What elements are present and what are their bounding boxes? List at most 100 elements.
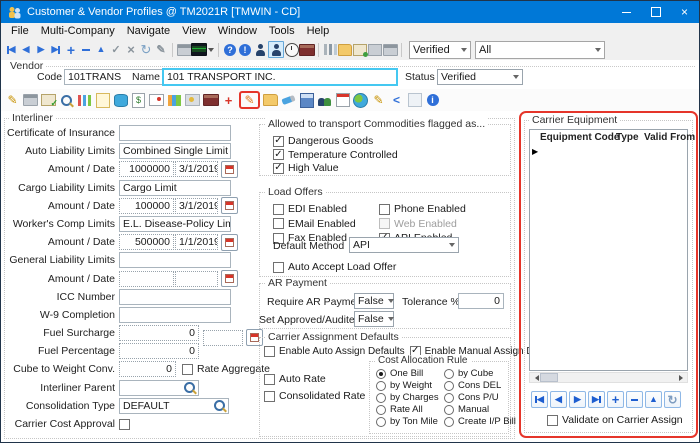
next-record-icon[interactable]: ▶: [34, 42, 48, 57]
auto-rate-checkbox[interactable]: [264, 374, 275, 385]
scrollbar-thumb[interactable]: [540, 373, 558, 382]
calendar-icon[interactable]: [335, 93, 350, 107]
menu-window[interactable]: Window: [212, 25, 263, 37]
general-liability-limits-field[interactable]: [119, 252, 231, 268]
by-cube-radio[interactable]: [444, 369, 454, 379]
set-approved-audited-dropdown[interactable]: False: [354, 311, 394, 327]
about-icon[interactable]: !: [238, 42, 252, 57]
search-icon[interactable]: [59, 93, 74, 107]
by-ton-mile-radio[interactable]: [376, 417, 386, 427]
fax-icon[interactable]: [300, 42, 314, 57]
mail-send-icon[interactable]: [368, 42, 382, 57]
close-button[interactable]: ×: [670, 1, 699, 23]
billing-icon[interactable]: $: [131, 93, 146, 107]
print-list-icon[interactable]: [383, 42, 397, 57]
cargo-liability-limits-field[interactable]: Cargo Limit: [119, 180, 231, 196]
require-ar-payment-dropdown[interactable]: False: [354, 293, 394, 309]
name-field[interactable]: 101 TRANSPORT INC.: [162, 68, 398, 86]
validate-on-carrier-assign-checkbox[interactable]: [547, 415, 558, 426]
consolidated-rate-checkbox[interactable]: [264, 391, 275, 402]
notes-icon[interactable]: [95, 93, 110, 107]
by-charges-radio[interactable]: [376, 393, 386, 403]
icc-number-field[interactable]: [119, 289, 231, 305]
scroll-right-icon[interactable]: [677, 373, 687, 382]
rate-aggregate-checkbox[interactable]: [182, 364, 193, 375]
cons-pu-radio[interactable]: [444, 393, 454, 403]
cons-del-radio[interactable]: [444, 381, 454, 391]
history-icon[interactable]: [285, 42, 299, 57]
box-icon[interactable]: [407, 93, 422, 107]
workers-comp-date-field[interactable]: 1/1/2019: [175, 234, 218, 250]
card-icon[interactable]: [149, 93, 164, 107]
cancel-icon[interactable]: ×: [124, 42, 138, 57]
org-chart-icon[interactable]: [167, 93, 182, 107]
scroll-left-icon[interactable]: [530, 373, 540, 382]
dangerous-goods-checkbox[interactable]: [273, 136, 284, 147]
cube-to-weight-field[interactable]: 0: [119, 361, 176, 377]
delete-record-icon[interactable]: [79, 42, 93, 57]
folder-icon[interactable]: [338, 42, 352, 57]
calendar-button[interactable]: [221, 197, 238, 214]
calendar-button[interactable]: [221, 234, 238, 251]
workers-comp-limits-field[interactable]: E.L. Disease-Policy Limit: [119, 216, 231, 232]
horizontal-scrollbar[interactable]: [529, 372, 688, 383]
customer-profile-icon[interactable]: [268, 41, 284, 58]
screen-view-icon[interactable]: [192, 42, 214, 57]
general-liability-amount-field[interactable]: [119, 271, 174, 287]
first-record-icon[interactable]: ◀: [4, 42, 18, 57]
equipment-delete-button[interactable]: [626, 391, 643, 408]
equipment-previous-button[interactable]: ◀: [550, 391, 567, 408]
equipment-collapse-button[interactable]: ▲: [645, 391, 662, 408]
menu-navigate[interactable]: Navigate: [121, 25, 176, 37]
email-enabled-checkbox[interactable]: [273, 218, 284, 229]
employee-icon[interactable]: [253, 42, 267, 57]
maximize-button[interactable]: [641, 1, 670, 23]
cargo-liability-amount-field[interactable]: 100000: [119, 198, 174, 214]
status-dropdown[interactable]: Verified: [437, 69, 523, 85]
commodity-icon[interactable]: [113, 93, 128, 107]
mail-check-icon[interactable]: [41, 93, 56, 107]
pen-icon[interactable]: ✎: [371, 93, 386, 107]
carrier-equipment-icon[interactable]: ✎: [242, 93, 257, 107]
workers-comp-amount-field[interactable]: 500000: [119, 234, 174, 250]
by-weight-radio[interactable]: [376, 381, 386, 391]
contacts-icon[interactable]: [317, 93, 332, 107]
chart-icon[interactable]: [77, 93, 92, 107]
one-bill-radio[interactable]: [376, 369, 386, 379]
lookup-button[interactable]: [182, 381, 197, 395]
auto-liability-amount-field[interactable]: 1000000: [119, 161, 174, 177]
w9-completion-field[interactable]: [119, 307, 231, 323]
rate-all-radio[interactable]: [376, 405, 386, 415]
collapse-icon[interactable]: ▲: [94, 42, 108, 57]
manual-radio[interactable]: [444, 405, 454, 415]
high-value-checkbox[interactable]: [273, 163, 284, 174]
add-record-icon[interactable]: +: [64, 42, 78, 57]
add-record-icon[interactable]: +: [221, 93, 236, 107]
default-method-dropdown[interactable]: API: [349, 237, 459, 253]
category-filter-dropdown[interactable]: All: [475, 41, 605, 59]
fax-icon[interactable]: [203, 93, 218, 107]
web-icon[interactable]: [353, 93, 368, 107]
folder-icon[interactable]: [263, 93, 278, 107]
report-chart-icon[interactable]: [323, 42, 337, 57]
menu-multi-company[interactable]: Multi-Company: [35, 25, 121, 37]
help-icon[interactable]: ?: [223, 42, 237, 57]
minimize-button[interactable]: [612, 1, 641, 23]
phone-enabled-checkbox[interactable]: [379, 204, 390, 215]
attach-icon[interactable]: ✎: [154, 42, 168, 57]
payment-icon[interactable]: [185, 93, 200, 107]
certificate-of-insurance-field[interactable]: [119, 125, 231, 141]
fuel-percentage-field[interactable]: 0: [119, 343, 199, 359]
accept-icon[interactable]: ✓: [109, 42, 123, 57]
equipment-last-button[interactable]: ▶: [588, 391, 605, 408]
carrier-equipment-grid[interactable]: Equipment Code Type Valid From ▶: [529, 129, 688, 371]
equipment-first-button[interactable]: ◀: [531, 391, 548, 408]
menu-file[interactable]: File: [5, 25, 35, 37]
equipment-add-button[interactable]: +: [607, 391, 624, 408]
tolerance-field[interactable]: 0: [458, 293, 504, 309]
mail-receive-icon[interactable]: [353, 42, 367, 57]
menu-help[interactable]: Help: [301, 25, 336, 37]
edit-icon[interactable]: ✎: [5, 93, 20, 107]
auto-accept-load-offer-checkbox[interactable]: [273, 262, 284, 273]
temperature-controlled-checkbox[interactable]: [273, 149, 284, 160]
